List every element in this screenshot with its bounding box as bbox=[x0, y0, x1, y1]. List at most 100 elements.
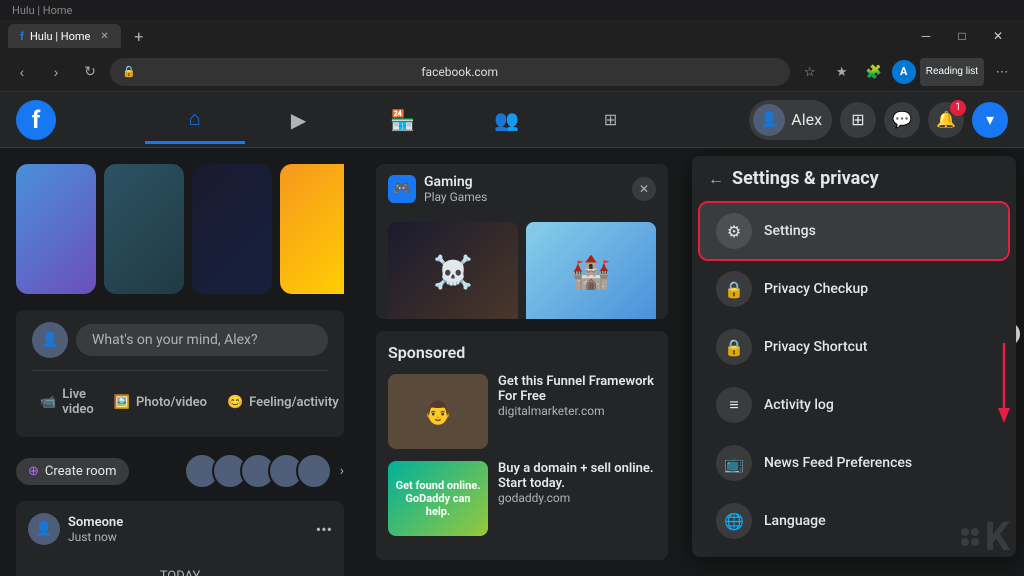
sponsored-item-2[interactable]: Get found online. GoDaddy can help. Buy … bbox=[388, 461, 656, 536]
sponsored-name-2: Buy a domain + sell online. Start today. bbox=[498, 461, 656, 491]
address-text: facebook.com bbox=[142, 65, 778, 79]
minimize-button[interactable]: ─ bbox=[908, 20, 944, 52]
window-controls: ─ □ ✕ bbox=[908, 20, 1016, 52]
nav-home[interactable]: ⌂ bbox=[145, 96, 245, 144]
edge-profile[interactable]: A bbox=[892, 60, 916, 84]
language-icon: 🌐 bbox=[716, 503, 752, 539]
contact-bubble-5[interactable] bbox=[296, 453, 332, 489]
apps-grid-icon[interactable]: ⊞ bbox=[840, 102, 876, 138]
collections-icon[interactable]: ★ bbox=[828, 58, 856, 86]
user-name-label: Alex bbox=[791, 110, 822, 129]
gaming-title: Gaming bbox=[424, 174, 487, 190]
game-thumb-2: 🏰 bbox=[526, 222, 656, 319]
create-room-icon: ⊕ bbox=[28, 464, 39, 479]
tab-close-icon[interactable]: ✕ bbox=[100, 31, 108, 42]
gaming-popup: 🎮 Gaming Play Games ✕ ☠️ Pirates Of The … bbox=[376, 164, 668, 319]
settings-gear-icon: ⚙ bbox=[716, 213, 752, 249]
create-room-label: Create room bbox=[45, 464, 117, 479]
settings-item-activity-log[interactable]: ≡ Activity log bbox=[700, 377, 1008, 433]
post-input-field[interactable]: What's on your mind, Alex? bbox=[76, 324, 328, 356]
post-actions: 📹 Live video 🖼️ Photo/video 😊 Feeling/ac… bbox=[32, 379, 328, 425]
post-options-button[interactable]: ••• bbox=[316, 520, 332, 539]
watermark-dots bbox=[961, 528, 979, 546]
fb-right-panel: ← Settings & privacy ⚙ Settings 🔒 Privac… bbox=[684, 148, 1024, 576]
feeling-button[interactable]: 😊 Feeling/activity bbox=[219, 379, 347, 425]
nav-watch[interactable]: ▶ bbox=[249, 96, 349, 144]
settings-item-label-privacy-shortcut: Privacy Shortcut bbox=[764, 339, 867, 355]
live-video-button[interactable]: 📹 Live video bbox=[32, 379, 102, 425]
fb-left-sidebar: › 👤 What's on your mind, Alex? 📹 Live vi… bbox=[0, 148, 360, 576]
story-card-4[interactable] bbox=[280, 164, 344, 294]
notification-badge: 1 bbox=[950, 100, 966, 116]
post-user-avatar: 👤 bbox=[32, 322, 68, 358]
activity-log-icon: ≡ bbox=[716, 387, 752, 423]
game-card-2[interactable]: 🏰 Disney Magic Kingdoms The Most Magical… bbox=[526, 222, 656, 319]
active-tab[interactable]: f Hulu | Home ✕ bbox=[8, 24, 121, 48]
room-row-chevron[interactable]: › bbox=[340, 463, 344, 479]
settings-item-settings[interactable]: ⚙ Settings bbox=[700, 203, 1008, 259]
browser-menu-icon[interactable]: ⋯ bbox=[988, 58, 1016, 86]
fb-header: f ⌂ ▶ 🏪 👥 ⊞ 👤 Alex ⊞ 💬 🔔 1 ▾ bbox=[0, 92, 1024, 148]
close-button[interactable]: ✕ bbox=[980, 20, 1016, 52]
browser-tabs: f Hulu | Home ✕ + bbox=[8, 24, 153, 48]
user-profile-button[interactable]: 👤 Alex bbox=[749, 100, 832, 140]
settings-item-label-privacy-checkup: Privacy Checkup bbox=[764, 281, 868, 297]
stories-row: › bbox=[16, 164, 344, 294]
notifications-icon[interactable]: 🔔 1 bbox=[928, 102, 964, 138]
sponsored-text-1: Get this Funnel Framework For Free digit… bbox=[498, 374, 656, 418]
sponsored-item-1[interactable]: 👨 Get this Funnel Framework For Free dig… bbox=[388, 374, 656, 449]
watermark: K bbox=[961, 513, 1008, 560]
settings-back-button[interactable]: ← bbox=[708, 169, 724, 189]
settings-panel-header: ← Settings & privacy bbox=[692, 156, 1016, 201]
gaming-games-row: ☠️ Pirates Of The Caribbean: TOW Sail. B… bbox=[376, 214, 668, 319]
game-card-1[interactable]: ☠️ Pirates Of The Caribbean: TOW Sail. B… bbox=[388, 222, 518, 319]
privacy-shortcut-icon: 🔒 bbox=[716, 329, 752, 365]
create-room-button[interactable]: ⊕ Create room bbox=[16, 458, 129, 485]
settings-item-label-news-feed: News Feed Preferences bbox=[764, 455, 912, 471]
account-menu-icon[interactable]: ▾ bbox=[972, 102, 1008, 138]
nav-marketplace[interactable]: 🏪 bbox=[353, 96, 453, 144]
post-card-1: 👤 Someone Just now ••• TODAY ▶ Opened bbox=[16, 501, 344, 576]
address-bar[interactable]: 🔒 facebook.com bbox=[110, 58, 790, 86]
post-author-avatar: 👤 bbox=[28, 513, 60, 545]
reading-list-button[interactable]: Reading list bbox=[920, 58, 984, 86]
sponsored-section: Sponsored 👨 Get this Funnel Framework Fo… bbox=[376, 331, 668, 560]
post-author-name: Someone bbox=[68, 515, 123, 530]
post-content: TODAY ▶ Opened bbox=[16, 557, 344, 576]
sponsored-url-1: digitalmarketer.com bbox=[498, 404, 656, 418]
settings-item-label-activity-log: Activity log bbox=[764, 397, 834, 413]
lock-icon: 🔒 bbox=[122, 65, 136, 78]
refresh-button[interactable]: ↻ bbox=[76, 58, 104, 86]
news-feed-icon: 📺 bbox=[716, 445, 752, 481]
post-card-header: 👤 Someone Just now ••• bbox=[16, 501, 344, 557]
settings-item-privacy-checkup[interactable]: 🔒 Privacy Checkup bbox=[700, 261, 1008, 317]
nav-gaming[interactable]: ⊞ bbox=[561, 96, 661, 144]
story-card-2[interactable] bbox=[104, 164, 184, 294]
sponsored-title: Sponsored bbox=[388, 343, 656, 362]
settings-item-privacy-shortcut[interactable]: 🔒 Privacy Shortcut bbox=[700, 319, 1008, 375]
today-label: TODAY bbox=[28, 561, 332, 576]
star-icon[interactable]: ☆ bbox=[796, 58, 824, 86]
privacy-checkup-icon: 🔒 bbox=[716, 271, 752, 307]
photo-video-icon: 🖼️ bbox=[114, 395, 130, 410]
photo-video-button[interactable]: 🖼️ Photo/video bbox=[106, 379, 215, 425]
nav-groups[interactable]: 👥 bbox=[457, 96, 557, 144]
user-avatar: 👤 bbox=[753, 104, 785, 136]
settings-item-news-feed[interactable]: 📺 News Feed Preferences bbox=[700, 435, 1008, 491]
feeling-icon: 😊 bbox=[227, 395, 243, 410]
messenger-icon[interactable]: 💬 bbox=[884, 102, 920, 138]
new-tab-button[interactable]: + bbox=[125, 24, 153, 48]
maximize-button[interactable]: □ bbox=[944, 20, 980, 52]
feeling-label: Feeling/activity bbox=[249, 395, 339, 410]
back-button[interactable]: ‹ bbox=[8, 58, 36, 86]
extensions-icon[interactable]: 🧩 bbox=[860, 58, 888, 86]
tab-title: Hulu | Home bbox=[30, 30, 90, 43]
story-card-3[interactable] bbox=[192, 164, 272, 294]
browser-frame: f Hulu | Home ✕ + ─ □ ✕ bbox=[0, 20, 1024, 52]
sponsored-thumb-2: Get found online. GoDaddy can help. bbox=[388, 461, 488, 536]
forward-button[interactable]: › bbox=[42, 58, 70, 86]
fb-logo[interactable]: f bbox=[16, 100, 56, 140]
sponsored-thumb-1: 👨 bbox=[388, 374, 488, 449]
gaming-close-button[interactable]: ✕ bbox=[632, 177, 656, 201]
story-card-1[interactable] bbox=[16, 164, 96, 294]
